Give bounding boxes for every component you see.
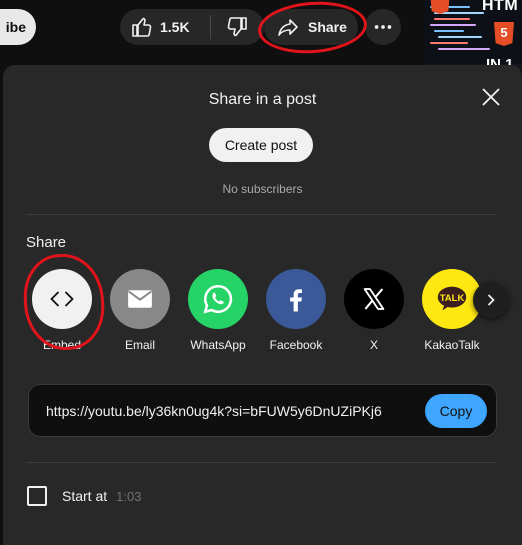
more-horizontal-icon	[374, 25, 392, 29]
share-target-embed[interactable]: Embed	[25, 269, 99, 352]
share-link-text[interactable]: https://youtu.be/ly36kn0ug4k?si=bFUW5y6D…	[46, 403, 382, 419]
thumbnail-title-top: HTM	[482, 0, 519, 14]
more-actions-button[interactable]	[365, 9, 401, 45]
embed-code-icon	[50, 291, 74, 307]
close-icon	[482, 88, 500, 106]
share-target-label: X	[369, 338, 378, 352]
html5-logo-icon: 5	[494, 22, 514, 46]
facebook-circle	[266, 269, 326, 329]
share-button-label: Share	[308, 19, 347, 35]
x-logo-icon	[363, 288, 385, 310]
subscribe-button[interactable]: ibe	[0, 9, 36, 45]
x-circle	[344, 269, 404, 329]
start-at-label: Start at	[62, 488, 108, 504]
youtube-page: ibe 1.5K Share 5 HTM Share in a post Cre…	[0, 0, 522, 545]
dislike-button[interactable]	[211, 9, 263, 45]
kakaotalk-icon: TALK	[437, 286, 467, 311]
whatsapp-circle	[188, 269, 248, 329]
share-target-label: KakaoTalk	[424, 338, 480, 352]
share-target-whatsapp[interactable]: WhatsApp	[181, 269, 255, 352]
email-circle	[110, 269, 170, 329]
email-envelope-icon	[128, 290, 152, 308]
share-target-label: Embed	[42, 338, 82, 352]
next-targets-button[interactable]	[473, 282, 509, 318]
thumbs-down-icon	[227, 17, 247, 37]
share-link-box: https://youtu.be/ly36kn0ug4k?si=bFUW5y6D…	[28, 384, 497, 437]
chevron-right-icon	[487, 294, 495, 306]
share-target-facebook[interactable]: Facebook	[259, 269, 333, 352]
whatsapp-icon	[203, 284, 233, 314]
share-arrow-icon	[278, 19, 298, 36]
share-target-email[interactable]: Email	[103, 269, 177, 352]
like-count: 1.5K	[160, 19, 190, 35]
share-target-label: Email	[124, 338, 155, 352]
start-at-checkbox[interactable]	[27, 486, 47, 506]
no-subscribers-text: No subscribers	[222, 182, 303, 196]
facebook-icon	[290, 289, 302, 312]
close-button[interactable]	[477, 83, 505, 111]
share-target-x[interactable]: X	[337, 269, 411, 352]
share-target-label: Facebook	[269, 338, 323, 352]
create-post-button[interactable]: Create post	[209, 128, 313, 162]
share-dialog: Share in a post Create post No subscribe…	[3, 65, 522, 545]
embed-circle	[32, 269, 92, 329]
dialog-title: Share in a post	[208, 91, 317, 108]
copy-button[interactable]: Copy	[425, 394, 487, 428]
like-dislike-group: 1.5K	[120, 9, 264, 45]
share-heading: Share	[26, 234, 67, 251]
thumbs-up-icon	[132, 17, 152, 37]
like-button[interactable]: 1.5K	[120, 9, 202, 45]
divider	[27, 462, 497, 463]
share-button[interactable]: Share	[264, 9, 358, 45]
divider	[27, 214, 497, 215]
svg-text:TALK: TALK	[440, 293, 465, 304]
share-target-label: WhatsApp	[190, 338, 246, 352]
start-at-row: Start at 1:03	[27, 486, 141, 506]
start-at-time[interactable]: 1:03	[116, 489, 141, 504]
